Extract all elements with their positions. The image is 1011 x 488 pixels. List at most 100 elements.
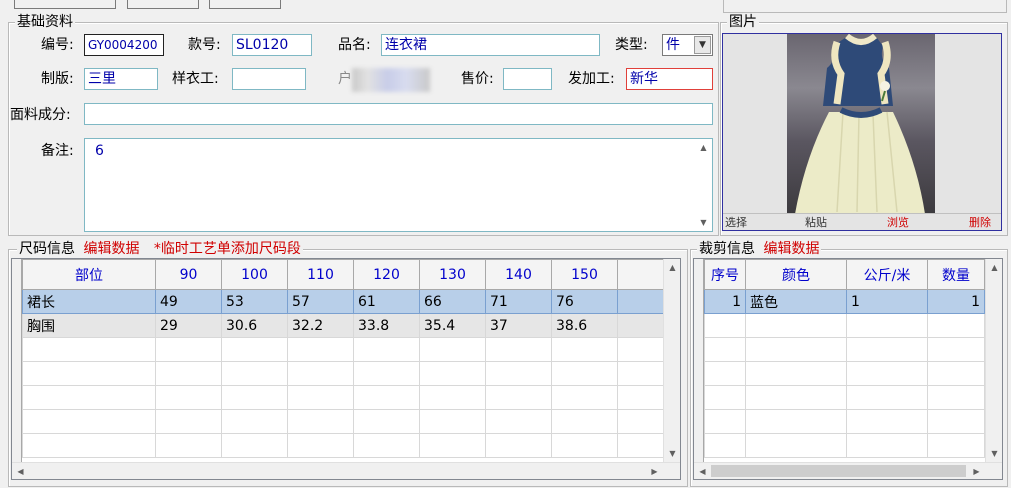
column-header-part[interactable]: 部位 [22, 259, 156, 290]
column-header-130[interactable]: 130 [419, 259, 486, 290]
process-label: 发加工: [568, 71, 615, 87]
scroll-left-icon[interactable]: ◀ [694, 463, 711, 479]
remark-text: 6 [95, 143, 104, 159]
table-row[interactable]: 1 蓝色 1 1 [704, 289, 985, 314]
remark-label: 备注: [41, 143, 74, 159]
add-size-range-link[interactable]: *临时工艺单添加尺码段 [154, 241, 301, 257]
column-header-150[interactable]: 150 [551, 259, 618, 290]
table-row[interactable] [704, 385, 985, 410]
scroll-right-icon[interactable]: ▶ [646, 463, 663, 479]
table-cell[interactable]: 38.6 [551, 313, 618, 338]
table-cell[interactable]: 1 [704, 289, 746, 314]
table-cell[interactable]: 30.6 [221, 313, 288, 338]
style-field[interactable]: SL0120 [232, 34, 312, 56]
scroll-up-icon[interactable]: ▲ [695, 139, 712, 156]
column-header-90[interactable]: 90 [155, 259, 222, 290]
picture-frame[interactable]: 选择 粘贴 浏览 删除 [722, 33, 1002, 231]
table-cell[interactable]: 49 [155, 289, 222, 314]
scroll-down-icon[interactable]: ▼ [986, 445, 1002, 462]
column-header-110[interactable]: 110 [287, 259, 354, 290]
paste-picture-button[interactable]: 粘贴 [805, 216, 827, 230]
table-row[interactable]: 裙长 49 53 57 61 66 71 76 [22, 289, 675, 314]
cut-grid[interactable]: 序号 颜色 公斤/米 数量 1 蓝色 1 1 ▲ ▼ ◀ ▶ [693, 258, 1003, 480]
top-right-panel [723, 0, 1007, 13]
plate-field[interactable]: 三里 [84, 68, 158, 90]
style-label: 款号: [188, 37, 221, 53]
toolbar-button-2[interactable] [127, 0, 199, 9]
scroll-right-icon[interactable]: ▶ [968, 463, 985, 479]
size-info-legend-bar: 尺码信息 编辑数据 *临时工艺单添加尺码段 [17, 240, 303, 258]
table-cell[interactable]: 32.2 [287, 313, 354, 338]
scroll-thumb[interactable] [711, 465, 966, 477]
column-header-120[interactable]: 120 [353, 259, 420, 290]
table-row[interactable] [22, 433, 675, 458]
table-row[interactable] [22, 409, 675, 434]
scroll-up-icon[interactable]: ▲ [986, 259, 1002, 276]
table-cell[interactable]: 胸围 [22, 313, 156, 338]
toolbar-button-3[interactable] [209, 0, 281, 9]
column-header-color[interactable]: 颜色 [745, 259, 847, 290]
code-label: 编号: [41, 37, 74, 53]
select-picture-button[interactable]: 选择 [725, 216, 747, 230]
picture-button-bar: 选择 粘贴 浏览 删除 [723, 213, 1001, 230]
table-row[interactable] [704, 337, 985, 362]
table-cell[interactable]: 66 [419, 289, 486, 314]
redacted-field [352, 68, 430, 92]
table-row[interactable] [704, 409, 985, 434]
scroll-down-icon[interactable]: ▼ [664, 445, 680, 462]
table-cell[interactable]: 33.8 [353, 313, 420, 338]
type-select[interactable]: 件 ▼ [662, 34, 713, 56]
table-cell[interactable]: 29 [155, 313, 222, 338]
size-horizontal-scrollbar[interactable]: ◀ ▶ [12, 462, 680, 479]
cut-horizontal-scrollbar[interactable]: ◀ ▶ [694, 462, 1002, 479]
scroll-left-icon[interactable]: ◀ [12, 463, 29, 479]
row-selector-column[interactable] [12, 259, 22, 463]
table-cell[interactable]: 35.4 [419, 313, 486, 338]
column-header-quantity[interactable]: 数量 [927, 259, 985, 290]
table-row[interactable] [704, 433, 985, 458]
toolbar-button-1[interactable] [14, 0, 116, 9]
table-cell[interactable]: 1 [846, 289, 928, 314]
table-row[interactable] [704, 361, 985, 386]
type-value: 件 [666, 37, 680, 53]
table-cell[interactable]: 61 [353, 289, 420, 314]
column-header-index[interactable]: 序号 [704, 259, 746, 290]
row-selector-column[interactable] [694, 259, 704, 463]
table-cell[interactable]: 蓝色 [745, 289, 847, 314]
column-header-140[interactable]: 140 [485, 259, 552, 290]
price-field[interactable] [503, 68, 552, 90]
table-row[interactable] [22, 361, 675, 386]
table-cell[interactable]: 76 [551, 289, 618, 314]
fabric-field[interactable] [84, 103, 713, 125]
table-row[interactable]: 胸围 29 30.6 32.2 33.8 35.4 37 38.6 [22, 313, 675, 338]
table-row[interactable] [704, 313, 985, 338]
browse-picture-button[interactable]: 浏览 [887, 216, 909, 230]
remark-textarea[interactable]: 6 ▲ ▼ [84, 138, 713, 232]
size-grid[interactable]: 部位 90 100 110 120 130 140 150 裙长 49 53 5… [11, 258, 681, 480]
basic-info-legend: 基础资料 [15, 13, 75, 31]
scroll-up-icon[interactable]: ▲ [664, 259, 680, 276]
scroll-down-icon[interactable]: ▼ [695, 214, 712, 231]
table-cell[interactable]: 57 [287, 289, 354, 314]
table-cell[interactable]: 37 [485, 313, 552, 338]
cut-edit-link[interactable]: 编辑数据 [763, 241, 819, 257]
size-edit-link[interactable]: 编辑数据 [83, 241, 139, 257]
chevron-down-icon[interactable]: ▼ [694, 36, 711, 54]
sample-field[interactable] [232, 68, 306, 90]
table-cell[interactable]: 53 [221, 289, 288, 314]
size-header-row: 部位 90 100 110 120 130 140 150 [22, 259, 675, 290]
table-cell[interactable]: 裙长 [22, 289, 156, 314]
process-field[interactable]: 新华 [626, 68, 713, 90]
cut-vertical-scrollbar[interactable]: ▲ ▼ [985, 259, 1002, 462]
table-cell[interactable]: 1 [927, 289, 985, 314]
table-row[interactable] [22, 337, 675, 362]
delete-picture-button[interactable]: 删除 [969, 216, 991, 230]
code-field[interactable]: GY0004200 [84, 34, 164, 56]
column-header-weight[interactable]: 公斤/米 [846, 259, 928, 290]
table-row[interactable] [22, 385, 675, 410]
table-cell[interactable]: 71 [485, 289, 552, 314]
size-vertical-scrollbar[interactable]: ▲ ▼ [663, 259, 680, 462]
column-header-100[interactable]: 100 [221, 259, 288, 290]
name-field[interactable]: 连衣裙 [381, 34, 600, 56]
remark-scrollbar[interactable]: ▲ ▼ [695, 139, 712, 231]
